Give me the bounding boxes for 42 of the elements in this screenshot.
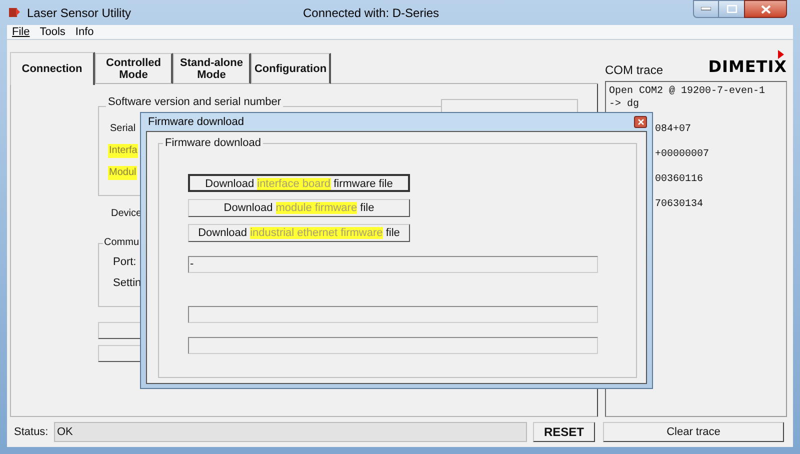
app-icon: [8, 6, 21, 19]
trace-line: -> dg: [609, 98, 640, 111]
maximize-icon: [726, 5, 736, 13]
connection-status: Connected with: D-Series: [303, 4, 440, 22]
download-button[interactable]: Download interface board firmware file: [188, 174, 410, 192]
close-button[interactable]: [634, 116, 647, 128]
field-value: -: [190, 257, 194, 272]
field-label: Port:: [113, 255, 138, 269]
trace-line: 70630134: [655, 198, 704, 211]
dialog-title: Firmware download: [147, 114, 244, 130]
download-button[interactable]: Download module firmware file: [188, 199, 410, 217]
trace-line: Open COM2 @ 19200-7-even-1: [609, 85, 766, 98]
section-title: COM trace: [605, 62, 664, 79]
triangle-icon: [778, 50, 784, 59]
logo: DIMETIX: [708, 57, 787, 76]
download-button[interactable]: Download industrial ethernet firmware file: [188, 224, 410, 242]
minimize-button[interactable]: [693, 0, 719, 18]
clear-trace-button[interactable]: Clear trace: [603, 422, 784, 442]
field-label: Modul: [108, 166, 138, 180]
close-button[interactable]: [744, 0, 787, 18]
maximize-button[interactable]: [719, 0, 744, 18]
menu-item[interactable]: Tools: [40, 24, 66, 40]
reset-button[interactable]: RESET: [533, 422, 595, 442]
field-label: Interfa: [108, 144, 138, 158]
tab[interactable]: Stand-alone Mode: [173, 53, 251, 84]
status-value: OK: [57, 424, 73, 440]
menu-item[interactable]: File: [12, 24, 30, 40]
tab[interactable]: Configuration: [251, 53, 331, 84]
field-label: Settin: [113, 276, 142, 290]
tab[interactable]: Controlled Mode: [95, 53, 173, 84]
trace-line: 00360116: [655, 173, 704, 186]
field-label: Device: [111, 207, 142, 221]
status-label: Status:: [13, 424, 50, 440]
close-icon: [760, 4, 770, 14]
menu-item[interactable]: Info: [75, 24, 94, 40]
close-icon: [638, 119, 644, 125]
tab[interactable]: Connection: [10, 52, 95, 85]
window-title: Laser Sensor Utility: [27, 4, 132, 22]
trace-line: +00000007: [655, 148, 710, 161]
trace-line: 084+07: [655, 123, 692, 136]
field-label: Serial: [109, 122, 137, 136]
minimize-icon: [701, 7, 711, 11]
